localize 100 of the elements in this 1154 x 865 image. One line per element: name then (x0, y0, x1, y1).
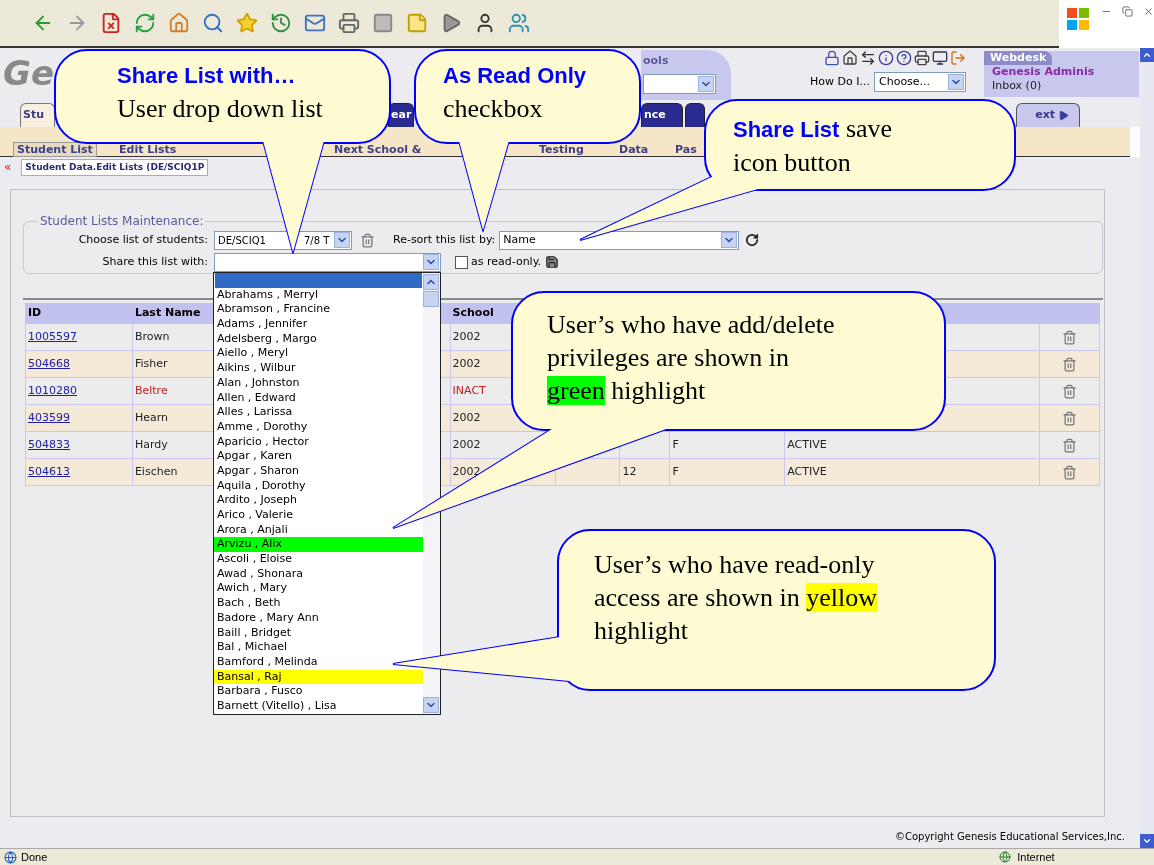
column-header: ID (28, 306, 42, 320)
user-option[interactable]: Adelsberg , Margo (214, 331, 423, 347)
save-icon[interactable] (545, 255, 560, 269)
table-cell: Eischen (134, 464, 178, 478)
resort-label: Re-sort this list by: (393, 231, 496, 248)
user-option[interactable]: Aquila , Dorothy (214, 478, 423, 494)
table-cell: INACT (452, 383, 486, 397)
help-icon[interactable] (896, 50, 912, 66)
scroll-up-icon[interactable] (1140, 48, 1154, 62)
student-id-link[interactable]: 504668 (28, 356, 70, 370)
subtab[interactable]: Edit Lists (116, 143, 180, 156)
home-icon[interactable] (842, 50, 858, 66)
globe-icon (999, 851, 1012, 863)
section-legend: Student Lists Maintenance: (38, 212, 206, 230)
printer-icon[interactable] (914, 50, 930, 66)
callout-text: highlight (594, 615, 688, 647)
user-option[interactable]: Arvizu , Alix (214, 537, 423, 553)
choose-label: Choose list of students: (77, 231, 208, 248)
user-option[interactable]: Alan , Johnston (214, 375, 423, 391)
user-option[interactable]: Bal , Michael (214, 640, 423, 655)
table-cell: F (672, 437, 679, 451)
user-option[interactable]: Aiello , Meryl (214, 346, 423, 362)
trash-icon[interactable] (360, 232, 375, 248)
lock-icon[interactable] (824, 50, 840, 66)
trash-icon[interactable] (1062, 437, 1077, 453)
user-option[interactable]: Ascoli , Eloise (214, 552, 423, 567)
copyright: ©Copyright Genesis Educational Services,Inc. (895, 830, 1125, 844)
subtab[interactable]: Student List (14, 143, 96, 156)
table-cell: Hearn (134, 410, 168, 424)
user-option[interactable]: Aparicio , Hector (214, 434, 423, 450)
scrollbar[interactable] (1140, 48, 1154, 848)
subtab[interactable]: Pas (672, 143, 700, 156)
callout-text: User’s who have read-only (594, 549, 875, 581)
printer-icon[interactable] (336, 10, 362, 36)
user-option[interactable]: Alles , Larissa (214, 405, 423, 420)
student-id-link[interactable]: 504833 (28, 437, 70, 451)
school-select[interactable] (643, 73, 716, 94)
table-cell: 2002 (452, 437, 481, 451)
refresh-icon[interactable] (745, 233, 760, 247)
table-cell: Hardy (134, 437, 168, 451)
scroll-down-icon[interactable] (1140, 834, 1154, 848)
student-id-link[interactable]: 403599 (28, 410, 70, 424)
close-icon[interactable] (1143, 6, 1154, 17)
schools-tab-label[interactable]: ools (641, 50, 669, 70)
user-option[interactable]: Awich , Mary (214, 581, 423, 597)
trash-icon[interactable] (1062, 329, 1077, 345)
nav-tab[interactable]: nce (641, 103, 683, 127)
trash-icon[interactable] (1062, 464, 1077, 480)
table-cell: 2002 (452, 356, 481, 370)
subtab[interactable]: Next School & (331, 143, 425, 156)
user-option[interactable]: Baill , Bridget (214, 625, 423, 641)
read-only-checkbox[interactable] (455, 255, 468, 269)
list-scrollbar[interactable] (423, 273, 440, 714)
user-option[interactable]: Barbara , Fusco (214, 684, 423, 699)
next-arrow-icon (1058, 110, 1069, 121)
swap-icon[interactable] (860, 50, 876, 66)
user-option[interactable]: Badore , Mary Ann (214, 610, 423, 626)
user-option[interactable]: Adams , Jennifer (214, 317, 423, 332)
monitor-icon[interactable] (932, 50, 948, 66)
user-option[interactable]: Bansal , Raj (214, 669, 423, 685)
nav-tab[interactable] (685, 103, 705, 127)
table-cell: 2002 (452, 410, 481, 424)
table-cell: Beltre (134, 383, 168, 397)
user-option[interactable]: Ardito , Joseph (214, 493, 423, 508)
callout-text: access are shown in yellow (594, 582, 878, 614)
scroll-thumb[interactable] (423, 291, 439, 307)
inbox-link[interactable]: Inbox (0) (984, 79, 1042, 93)
info-icon[interactable] (878, 50, 894, 66)
user-option[interactable]: Aikins , Wilbur (214, 361, 423, 376)
restore-icon[interactable] (1122, 6, 1133, 17)
zone-text: Internet (1017, 849, 1055, 865)
user-option[interactable]: Abramson , Francine (214, 302, 423, 318)
collapse-link[interactable]: « (4, 158, 12, 176)
nav-tab[interactable]: ext (1016, 103, 1080, 127)
subtab[interactable]: Data (616, 143, 652, 156)
subtab[interactable]: Testing (536, 143, 587, 156)
user-option[interactable]: Abrahams , Merryl (214, 287, 423, 303)
user-option[interactable]: Allen , Edward (214, 390, 423, 406)
table-cell: Fisher (134, 356, 168, 370)
student-list-select[interactable]: DE/SCIQ1 7/8 T (214, 230, 352, 250)
table-cell: 12 (622, 464, 637, 478)
student-id-link[interactable]: 504613 (28, 464, 70, 478)
table-cell: F (672, 464, 679, 478)
user-option[interactable]: Awad , Shonara (214, 566, 423, 582)
table-cell: 2002 (452, 329, 481, 343)
share-select[interactable] (214, 252, 441, 272)
trash-icon[interactable] (1062, 356, 1077, 372)
callout-text: As Read Only (443, 62, 587, 90)
sort-select[interactable]: Name (499, 230, 740, 250)
user-option[interactable]: Barnett (Vitello) , Lisa (214, 698, 423, 714)
nav-tab[interactable]: Stu (20, 103, 55, 127)
trash-icon[interactable] (1062, 410, 1077, 426)
callout-text: Share List save (733, 113, 893, 145)
status-text: Done (21, 849, 48, 865)
how-do-i-select[interactable]: Choose... (874, 72, 966, 92)
user-option[interactable]: Bach , Beth (214, 596, 423, 611)
user-option[interactable]: Apgar , Karen (214, 449, 423, 464)
trash-icon[interactable] (1062, 383, 1077, 399)
user-option[interactable]: Apgar , Sharon (214, 463, 423, 479)
user-option[interactable]: Amme , Dorothy (214, 419, 423, 435)
